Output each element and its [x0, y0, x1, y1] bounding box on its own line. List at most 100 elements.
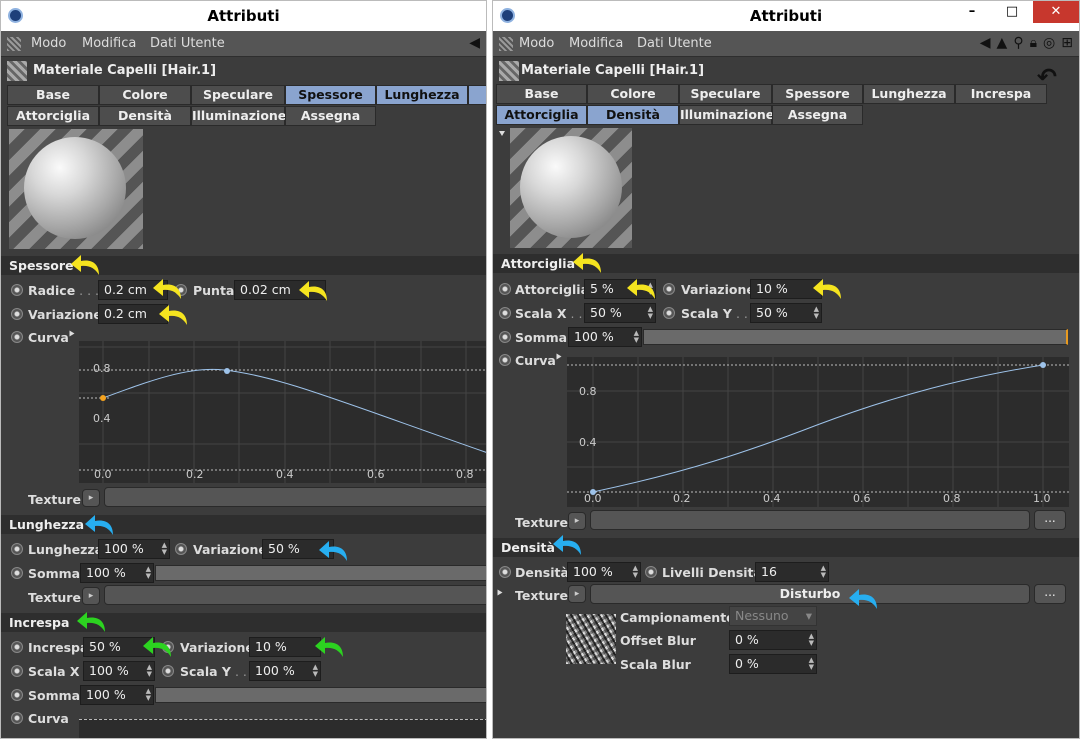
back-arrow-icon[interactable]: ◀̶ — [469, 35, 480, 51]
texture-slot-lunghezza[interactable] — [104, 585, 486, 605]
attorciglia-variazione-anim-icon[interactable] — [663, 283, 675, 295]
texture-slot-densita[interactable]: Disturbo — [590, 584, 1030, 604]
tab-increspa[interactable]: Increspa — [955, 84, 1047, 104]
texture-expand-icon[interactable] — [497, 589, 503, 596]
increspa-somma-anim-icon[interactable] — [11, 689, 23, 701]
maximize-button[interactable]: □ — [997, 1, 1027, 23]
menu-modifica[interactable]: Modifica — [82, 36, 136, 51]
collapse-triangle-icon[interactable] — [499, 131, 505, 136]
scalay-anim-icon[interactable] — [663, 307, 675, 319]
texture-menu-button[interactable]: ▸ — [82, 489, 100, 507]
increspa-curva-anim-icon[interactable] — [11, 712, 23, 724]
section-lunghezza[interactable]: Lunghezza — [1, 515, 486, 534]
texture-menu-button[interactable]: ▸ — [82, 587, 100, 605]
livelli-field[interactable]: 16 ▲ ▼ — [755, 562, 829, 582]
tab-spessore[interactable]: Spessore — [772, 84, 863, 104]
back-arrow-icon[interactable]: ◀ — [980, 35, 991, 51]
texture-menu-button[interactable]: ▸ — [568, 512, 586, 530]
radice-anim-icon[interactable] — [11, 284, 23, 296]
scalay-field[interactable]: 50 % ▲ ▼ — [750, 303, 822, 323]
somma-anim-icon[interactable] — [11, 567, 23, 579]
tab-attorciglia[interactable]: Attorciglia — [7, 106, 99, 126]
scalax-field[interactable]: 50 % ▲ ▼ — [584, 303, 656, 323]
section-increspa[interactable]: Increspa — [1, 613, 486, 632]
texture-menu-button[interactable]: ▸ — [568, 585, 586, 603]
tab-increspa-partial[interactable] — [468, 85, 486, 105]
increspa-somma-slider[interactable] — [155, 687, 486, 703]
livelli-anim-icon[interactable] — [645, 566, 657, 578]
menu-dati-utente[interactable]: Dati Utente — [637, 36, 712, 51]
attorciglia-anim-icon[interactable] — [499, 283, 511, 295]
spessore-curve-graph[interactable]: 0.8 0.4 0.0 0.2 0.4 0.6 0.8 — [79, 341, 486, 483]
scalay-field[interactable]: 100 % ▲ ▼ — [249, 661, 321, 681]
increspa-anim-icon[interactable] — [11, 641, 23, 653]
scalay-label: Scala Y . . . — [681, 306, 756, 321]
curva-expand-icon[interactable] — [556, 353, 562, 360]
texture-slot-attorciglia[interactable] — [590, 510, 1030, 530]
offset-blur-field[interactable]: 0 % ▲ ▼ — [729, 630, 817, 650]
somma-slider[interactable] — [155, 565, 486, 581]
increspa-somma-field[interactable]: 100 % ▲ ▼ — [80, 685, 154, 705]
somma-slider[interactable] — [643, 329, 1068, 345]
scalay-anim-icon[interactable] — [162, 665, 174, 677]
tab-attorciglia[interactable]: Attorciglia — [496, 105, 587, 125]
variazione-anim-icon[interactable] — [11, 308, 23, 320]
target-icon[interactable]: ◎ — [1043, 35, 1055, 51]
tab-base[interactable]: Base — [7, 85, 99, 105]
increspa-curve-graph[interactable] — [79, 719, 486, 738]
scalax-field[interactable]: 100 % ▲ ▼ — [83, 661, 155, 681]
curva-expand-icon[interactable] — [69, 330, 75, 337]
somma-field[interactable]: 100 % ▲ ▼ — [568, 327, 642, 347]
tab-densita[interactable]: Densità — [587, 105, 679, 125]
tab-illuminazione[interactable]: Illuminazione — [679, 105, 774, 125]
somma-field[interactable]: 100 % ▲ ▼ — [80, 563, 154, 583]
tab-lunghezza[interactable]: Lunghezza — [376, 85, 468, 105]
increspa-variazione-field[interactable]: 10 % — [249, 637, 321, 657]
tab-speculare[interactable]: Speculare — [191, 85, 285, 105]
somma-anim-icon[interactable] — [499, 331, 511, 343]
tab-lunghezza[interactable]: Lunghezza — [863, 84, 955, 104]
lock-icon[interactable]: 🔒︎ — [1030, 35, 1037, 51]
lunghezza-field[interactable]: 100 % ▲ ▼ — [98, 539, 170, 559]
tab-assegna[interactable]: Assegna — [285, 106, 376, 126]
lunghezza-anim-icon[interactable] — [11, 543, 23, 555]
campionamento-select[interactable]: Nessuno ▾ — [729, 606, 817, 626]
tab-spessore[interactable]: Spessore — [285, 85, 376, 105]
menu-dati-utente[interactable]: Dati Utente — [150, 36, 225, 51]
menu-modifica[interactable]: Modifica — [569, 36, 623, 51]
densita-field[interactable]: 100 % ▲ ▼ — [567, 562, 641, 582]
scalax-anim-icon[interactable] — [499, 307, 511, 319]
tab-speculare[interactable]: Speculare — [679, 84, 772, 104]
grip-icon[interactable] — [499, 37, 513, 51]
curva-anim-icon[interactable] — [11, 331, 23, 343]
noise-texture-preview[interactable] — [566, 614, 616, 664]
scalax-label-text: Scala X — [515, 306, 567, 321]
curva-anim-icon[interactable] — [499, 354, 511, 366]
menu-modo[interactable]: Modo — [519, 36, 554, 51]
attorciglia-curve-graph[interactable]: 0.8 0.4 0.0 0.2 0.4 0.6 0.8 1.0 — [567, 357, 1069, 507]
new-panel-icon[interactable]: ⊞ — [1061, 35, 1073, 51]
search-icon[interactable]: ⚲ — [1013, 35, 1023, 51]
texture-options-button[interactable]: ... — [1034, 584, 1066, 604]
texture-label-spessore: Texture — [28, 492, 81, 507]
tab-base[interactable]: Base — [496, 84, 587, 104]
material-preview[interactable] — [510, 128, 632, 248]
tab-colore[interactable]: Colore — [99, 85, 191, 105]
texture-options-button[interactable]: ... — [1034, 510, 1066, 530]
scalax-anim-icon[interactable] — [11, 665, 23, 677]
blue-arrow-icon — [849, 589, 877, 609]
tab-illuminazione[interactable]: Illuminazione — [191, 106, 286, 126]
cursor-icon[interactable]: ▲ — [997, 35, 1008, 51]
densita-anim-icon[interactable] — [499, 566, 511, 578]
close-button[interactable]: ✕ — [1033, 1, 1079, 23]
texture-slot-spessore[interactable] — [104, 487, 486, 507]
tab-densita[interactable]: Densità — [99, 106, 191, 126]
lunghezza-variazione-anim-icon[interactable] — [175, 543, 187, 555]
grip-icon[interactable] — [7, 37, 21, 51]
tab-assegna[interactable]: Assegna — [772, 105, 863, 125]
minimize-button[interactable]: – — [957, 1, 987, 23]
scala-blur-field[interactable]: 0 % ▲ ▼ — [729, 654, 817, 674]
tab-colore[interactable]: Colore — [587, 84, 679, 104]
material-preview[interactable] — [9, 129, 143, 249]
menu-modo[interactable]: Modo — [31, 36, 66, 51]
